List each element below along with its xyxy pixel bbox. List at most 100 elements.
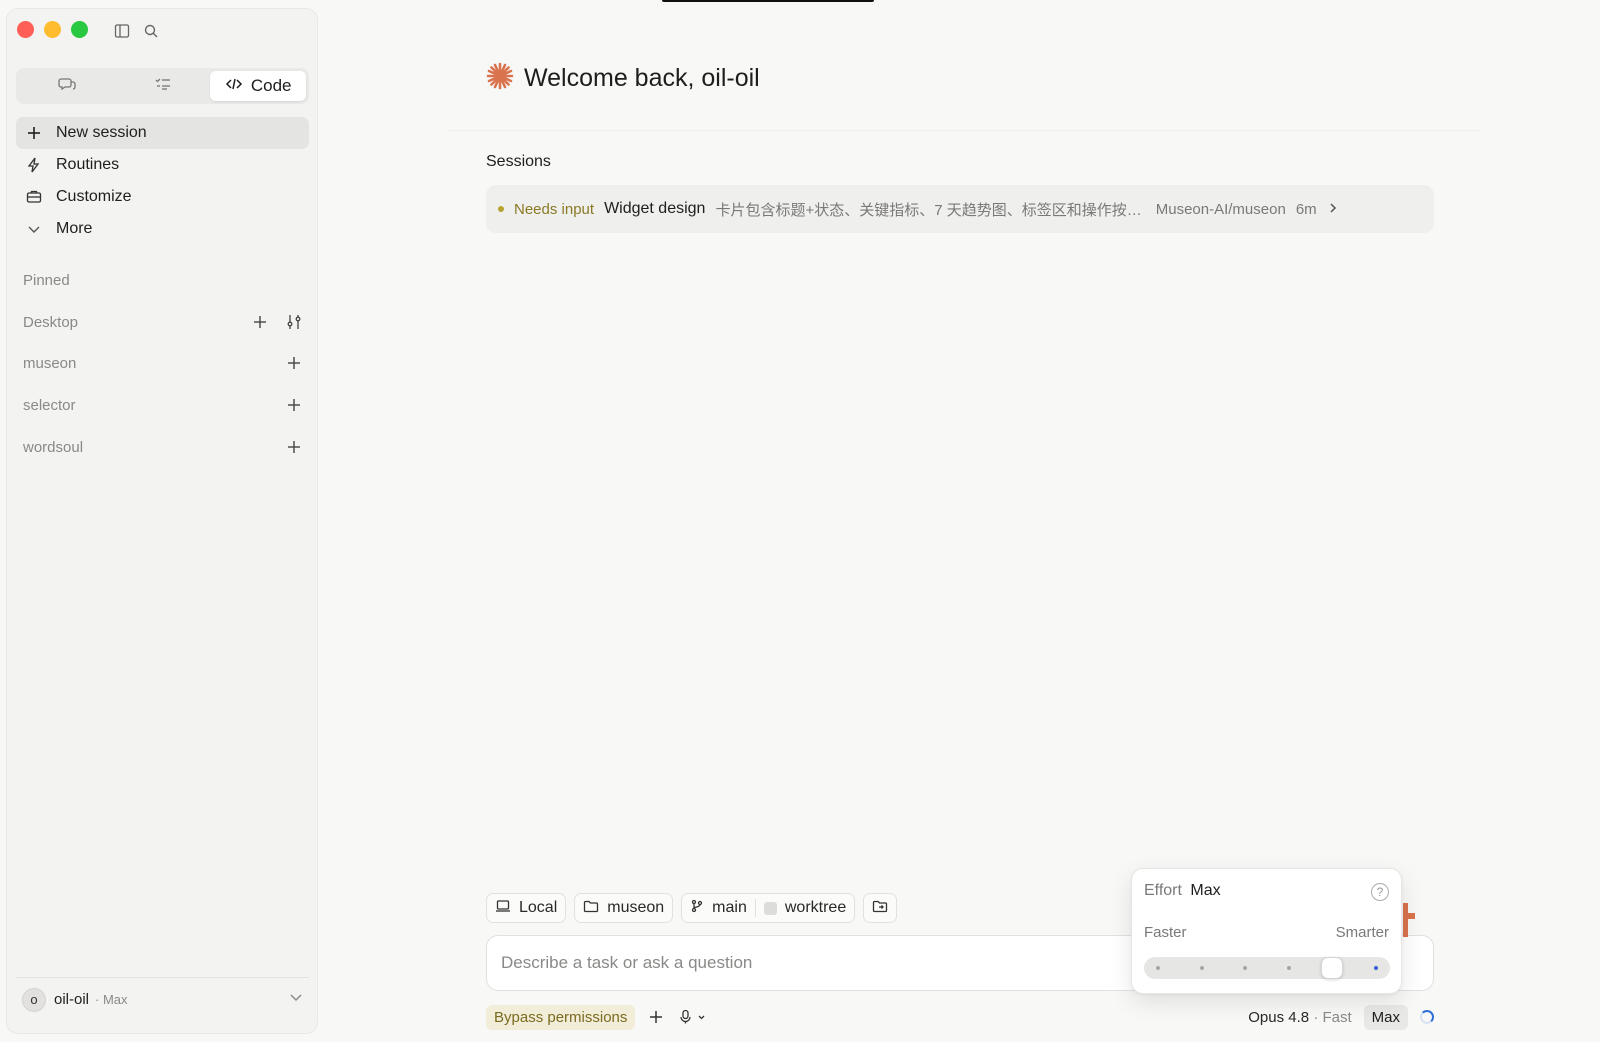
add-icon[interactable] [285,438,303,456]
effort-badge[interactable]: Max [1363,1004,1408,1030]
project-actions [285,396,303,414]
effort-slider[interactable] [1144,957,1390,979]
laptop-icon [495,899,511,918]
context-chips: Local museon main worktree [486,893,898,923]
nav-label: New session [56,124,147,141]
window-controls [17,21,88,38]
chevron-right-icon [1327,201,1339,218]
sidebar: Code New session Routines Customize More… [6,8,318,1034]
model-selector[interactable]: Opus 4.8 · Fast [1248,1009,1351,1026]
microphone-icon[interactable] [677,1008,711,1026]
add-icon[interactable] [285,396,303,414]
add-icon[interactable] [251,313,269,331]
minimize-window-button[interactable] [44,21,61,38]
worktree-checkbox[interactable] [763,901,777,915]
nav-label: More [56,220,93,237]
folder-add-button[interactable] [863,893,898,923]
project-row[interactable]: selector [23,393,303,417]
slider-tick[interactable] [1243,966,1248,970]
mode-tabs: Code [16,68,309,104]
faster-label: Faster [1144,924,1187,941]
nav-item-more[interactable]: More [16,213,309,245]
sidebar-nav: New session Routines Customize More [16,117,309,245]
effort-heading: Effort Max [1144,882,1221,900]
chip-label: main [712,899,747,916]
slider-tick[interactable] [1374,966,1378,970]
folder-arrow-icon [872,899,888,918]
briefcase-icon [26,189,42,205]
chip-label: museon [607,899,665,916]
sessions-heading: Sessions [486,153,551,170]
prompt-input[interactable] [501,953,1101,973]
camera-notch [662,0,874,2]
tab-code[interactable]: Code [210,71,307,101]
project-row[interactable]: wordsoul [23,435,303,459]
chip-label: worktree [784,899,847,916]
filter-sliders-icon[interactable] [285,313,303,331]
effort-scale-labels: Faster Smarter [1144,924,1389,941]
page-title: Welcome back, oil-oil [524,64,760,92]
project-row[interactable]: Desktop [23,310,303,334]
tab-tasks[interactable] [115,71,211,101]
project-label: wordsoul [23,438,84,456]
loading-spinner-icon [1420,1010,1434,1024]
slider-tick[interactable] [1286,966,1291,970]
effort-label: Effort [1144,882,1182,899]
sidebar-toggle-icon[interactable] [112,21,132,41]
session-row[interactable]: Needs input Widget design 卡片包含标题+状态、关键指标… [486,185,1434,233]
checklist-icon [154,75,172,98]
welcome-header: Welcome back, oil-oil [486,62,760,95]
tab-chat[interactable] [19,71,115,101]
model-name: Opus 4.8 [1248,1008,1310,1026]
project-row[interactable]: museon [23,351,303,375]
folder-chip[interactable]: museon [574,893,674,923]
session-repo: Museon-AI/museon [1155,200,1286,218]
divider [448,130,1480,131]
account-menu[interactable]: o oil-oil · Max [16,977,309,1021]
session-description: 卡片包含标题+状态、关键指标、7 天趋势图、标签区和操作按… [715,201,1142,219]
search-icon[interactable] [141,21,161,41]
sparkle-logo-icon [486,62,514,95]
slider-tick[interactable] [1199,966,1204,970]
zoom-window-button[interactable] [71,21,88,38]
chat-bubbles-icon [58,75,76,98]
status-badge: Needs input [514,200,595,218]
local-chip[interactable]: Local [486,893,567,923]
bypass-permissions-button[interactable]: Bypass permissions [486,1004,636,1030]
help-icon[interactable]: ? [1371,883,1389,901]
tab-code-label: Code [250,76,292,95]
add-attachment-icon[interactable] [647,1008,665,1026]
folder-icon [583,899,599,918]
status-dot [498,206,504,212]
session-time: 6m [1295,200,1317,218]
effort-popover: Effort Max ? Faster Smarter [1131,868,1402,994]
nav-label: Customize [56,188,132,205]
session-name: Widget design [604,200,706,217]
model-speed: · Fast [1313,1008,1352,1026]
new-session-button[interactable]: New session [16,117,309,149]
composer-toolbar: Bypass permissions Opus 4.8 · Fast Max [486,1002,1434,1032]
slider-thumb[interactable] [1321,957,1344,979]
avatar: o [22,987,46,1012]
accent-mark [1401,903,1415,937]
project-label: selector [23,396,76,414]
user-name: oil-oil [54,991,90,1008]
nav-label: Routines [56,156,120,173]
project-actions [251,313,303,331]
app-window: Code New session Routines Customize More… [0,0,1600,1042]
nav-item-routines[interactable]: Routines [16,149,309,181]
nav-item-customize[interactable]: Customize [16,181,309,213]
plus-icon [26,125,42,141]
chevron-down-icon [26,221,42,237]
chip-label: Local [519,899,558,916]
project-actions [285,354,303,372]
branch-chip[interactable]: main worktree [681,893,856,923]
smarter-label: Smarter [1335,924,1389,941]
lightning-icon [26,157,42,173]
divider [754,899,756,917]
close-window-button[interactable] [17,21,34,38]
slider-tick[interactable] [1156,966,1160,970]
add-icon[interactable] [285,354,303,372]
effort-value: Max [1190,882,1221,899]
code-icon [225,75,243,98]
